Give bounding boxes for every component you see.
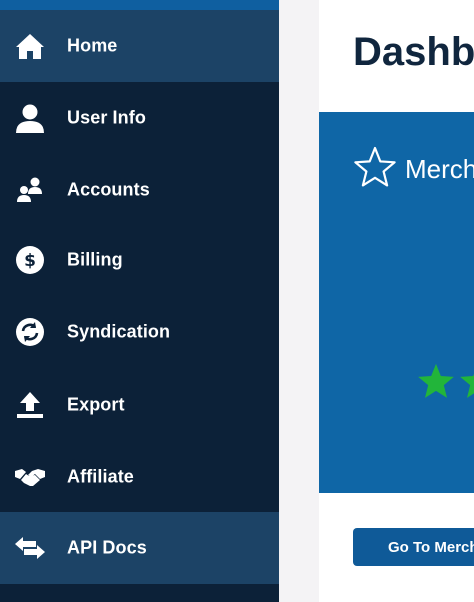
home-icon (14, 30, 46, 62)
card-title: Merch (405, 154, 474, 184)
sidebar-item-home[interactable]: Home (0, 10, 279, 82)
filled-star-icon (460, 373, 474, 398)
sidebar-item-syndication[interactable]: Syndication (0, 296, 279, 368)
dollar-icon: $ (14, 244, 46, 276)
sidebar-item-affiliate[interactable]: Affiliate (0, 441, 279, 513)
sidebar-item-label: User Info (67, 107, 146, 128)
go-to-merchant-button[interactable]: Go To Merch (353, 528, 474, 566)
sidebar-item-api-docs[interactable]: API Docs (0, 512, 279, 584)
sidebar-item-user-info[interactable]: User Info (0, 82, 279, 154)
sidebar-item-label: Affiliate (67, 466, 134, 487)
sidebar-top-strip (0, 0, 279, 10)
filled-star-icon (418, 363, 454, 398)
sidebar: Home User Info Accounts $ Billing Syndic… (0, 0, 279, 602)
main-content: Dashb Merch Go To Merch (319, 0, 474, 602)
accounts-icon (14, 174, 46, 206)
sidebar-item-label: Accounts (67, 179, 150, 200)
sidebar-item-export[interactable]: Export (0, 369, 279, 441)
sidebar-item-label: Export (67, 394, 125, 415)
sidebar-item-label: Home (67, 35, 118, 56)
sidebar-item-billing[interactable]: $ Billing (0, 224, 279, 296)
user-icon (14, 102, 46, 134)
sidebar-item-accounts[interactable]: Accounts (0, 154, 279, 226)
swap-arrows-icon (14, 532, 46, 564)
sync-icon (14, 316, 46, 348)
sidebar-item-label: Billing (67, 249, 123, 270)
star-rating (416, 362, 474, 402)
handshake-icon (14, 461, 46, 493)
sidebar-item-label: Syndication (67, 321, 171, 342)
star-outline-icon (353, 146, 397, 195)
sidebar-item-label: API Docs (67, 537, 147, 558)
upload-icon (14, 389, 46, 421)
merchant-card: Merch (319, 112, 474, 493)
svg-text:$: $ (24, 251, 36, 271)
page-title: Dashb (353, 30, 474, 74)
